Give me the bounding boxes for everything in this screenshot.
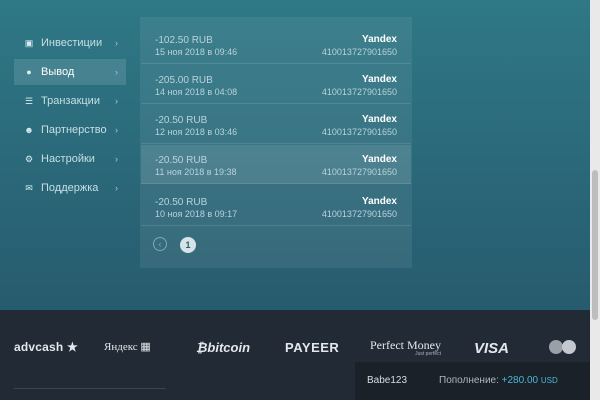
mastercard-logo xyxy=(562,340,576,354)
gear-icon: ⚙ xyxy=(24,153,34,164)
withdrawal-amount: -20.50 RUB xyxy=(155,155,208,166)
withdrawal-amount: -205.00 RUB xyxy=(155,75,213,86)
withdrawal-wallet: 410013727901650 xyxy=(321,47,397,57)
table-row[interactable]: -102.50 RUB 15 ноя 2018 в 09:46 Yandex 4… xyxy=(141,25,411,64)
withdrawal-date: 10 ноя 2018 в 09:17 xyxy=(155,209,238,219)
withdrawal-wallet: 410013727901650 xyxy=(321,209,397,219)
chevron-right-icon: › xyxy=(115,38,118,48)
sidebar-item-transactions[interactable]: ☰ Транзакции › xyxy=(14,88,126,114)
sidebar-item-label: Вывод xyxy=(41,66,75,78)
withdrawal-amount: -102.50 RUB xyxy=(155,35,213,46)
sidebar-item-support[interactable]: ✉ Поддержка › xyxy=(14,175,126,201)
withdrawal-method: Yandex xyxy=(361,196,397,207)
sidebar-nav: ▣ Инвестиции › ● Вывод › ☰ Транзакции › … xyxy=(14,30,126,204)
withdrawal-method: Yandex xyxy=(361,74,397,85)
bitcoin-logo: ₿bitcoin xyxy=(196,340,251,355)
chevron-right-icon: › xyxy=(115,183,118,193)
deposit-notification: Babe123 Пополнение: +280.00 USD xyxy=(355,362,590,400)
withdrawal-wallet: 410013727901650 xyxy=(321,127,397,137)
table-row[interactable]: -20.50 RUB 10 ноя 2018 в 09:17 Yandex 41… xyxy=(141,187,411,226)
pagination-prev-button[interactable]: ‹ xyxy=(153,237,167,251)
globe-icon: ● xyxy=(26,67,32,77)
pagination-page-button[interactable]: 1 xyxy=(180,237,196,253)
visa-logo: VISA xyxy=(474,340,510,357)
chevron-right-icon: › xyxy=(115,125,118,135)
sidebar-item-label: Настройки xyxy=(41,153,95,165)
withdrawal-amount: -20.50 RUB xyxy=(155,115,208,126)
withdrawal-date: 12 ноя 2018 в 03:46 xyxy=(155,127,238,137)
table-row[interactable]: -205.00 RUB 14 ноя 2018 в 04:08 Yandex 4… xyxy=(141,65,411,104)
sidebar-item-label: Транзакции xyxy=(41,95,100,107)
user-icon: ☻ xyxy=(24,125,34,135)
sidebar-item-withdraw[interactable]: ● Вывод › xyxy=(14,59,126,85)
withdrawal-date: 15 ноя 2018 в 09:46 xyxy=(155,47,238,57)
table-row[interactable]: -20.50 RUB 11 ноя 2018 в 19:38 Yandex 41… xyxy=(141,145,411,184)
withdrawal-wallet: 410013727901650 xyxy=(321,167,397,177)
withdrawal-amount: -20.50 RUB xyxy=(155,197,208,208)
perfect-money-logo: Perfect Money Just perfect xyxy=(370,338,441,357)
payeer-logo: PAYEER xyxy=(285,340,340,355)
mastercard-logo xyxy=(549,340,563,354)
chevron-right-icon: › xyxy=(115,154,118,164)
sidebar-item-investments[interactable]: ▣ Инвестиции › xyxy=(14,30,126,56)
withdrawal-method: Yandex xyxy=(361,34,397,45)
withdrawals-panel: -102.50 RUB 15 ноя 2018 в 09:46 Yandex 4… xyxy=(140,17,412,268)
table-row[interactable]: -20.50 RUB 12 ноя 2018 в 03:46 Yandex 41… xyxy=(141,105,411,144)
sidebar-item-label: Партнерство xyxy=(41,124,107,136)
notification-currency: USD xyxy=(540,376,558,385)
page-scrollbar[interactable] xyxy=(590,0,600,400)
notification-text: Пополнение: +280.00 USD xyxy=(439,375,558,386)
sidebar-item-label: Поддержка xyxy=(41,182,99,194)
chevron-right-icon: › xyxy=(115,67,118,77)
advcash-logo: advcash ★ xyxy=(14,340,78,354)
withdrawal-date: 11 ноя 2018 в 19:38 xyxy=(155,167,237,177)
scrollbar-thumb[interactable] xyxy=(592,170,598,320)
list-icon: ☰ xyxy=(24,95,34,106)
yandex-logo: Яндекс ▦ xyxy=(104,341,151,353)
chevron-right-icon: › xyxy=(115,96,118,106)
withdrawal-wallet: 410013727901650 xyxy=(321,87,397,97)
sidebar-item-partnership[interactable]: ☻ Партнерство › xyxy=(14,117,126,143)
envelope-icon: ✉ xyxy=(25,182,33,193)
withdrawal-date: 14 ноя 2018 в 04:08 xyxy=(155,87,238,97)
withdrawal-method: Yandex xyxy=(361,154,397,165)
notification-amount: +280.00 xyxy=(501,375,539,386)
footer-divider xyxy=(14,388,166,389)
sidebar-item-label: Инвестиции xyxy=(41,37,103,49)
briefcase-icon: ▣ xyxy=(24,37,34,48)
withdrawal-method: Yandex xyxy=(361,114,397,125)
notification-username: Babe123 xyxy=(367,375,408,386)
sidebar-item-settings[interactable]: ⚙ Настройки › xyxy=(14,146,126,172)
